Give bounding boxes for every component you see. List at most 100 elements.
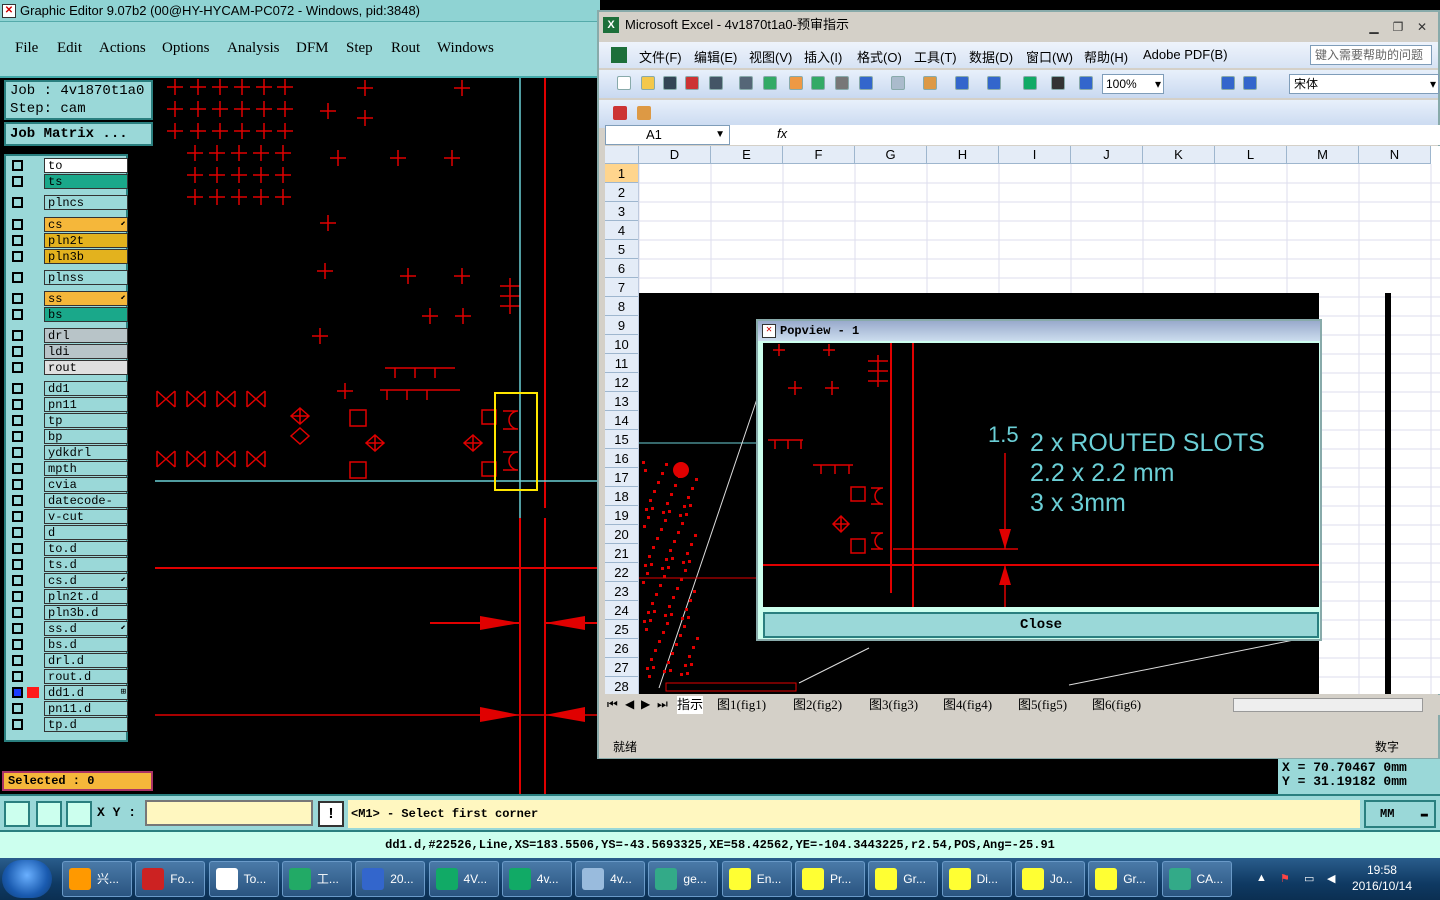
layer-row-d[interactable]: d bbox=[10, 525, 128, 540]
layer-checkbox[interactable] bbox=[12, 235, 23, 246]
menu-tools-cn[interactable]: 工具(T) bbox=[914, 47, 957, 66]
grid-icon[interactable] bbox=[66, 801, 92, 827]
layer-row-v-cut[interactable]: v-cut bbox=[10, 509, 128, 524]
layer-name[interactable]: ss.d bbox=[44, 621, 128, 636]
layer-row-plncs[interactable]: plncs bbox=[10, 195, 128, 210]
sheet-tab[interactable]: 图5(fig5) bbox=[1018, 696, 1067, 714]
layer-name[interactable]: ydkdrl bbox=[44, 445, 128, 460]
layer-row-mpth[interactable]: mpth bbox=[10, 461, 128, 476]
layer-row-pln3b-d[interactable]: pln3b.d bbox=[10, 605, 128, 620]
layer-checkbox[interactable] bbox=[12, 719, 23, 730]
layer-checkbox[interactable] bbox=[12, 197, 23, 208]
tray-network-icon[interactable]: ▭ bbox=[1304, 872, 1318, 886]
layer-row-ss[interactable]: ss ⬋ bbox=[10, 291, 128, 306]
menu-insert-cn[interactable]: 插入(I) bbox=[804, 47, 842, 66]
menu-dfm[interactable]: DFM bbox=[296, 40, 329, 57]
layer-checkbox[interactable] bbox=[12, 479, 23, 490]
layer-row-drl[interactable]: drl bbox=[10, 328, 128, 343]
format-painter-icon[interactable] bbox=[891, 76, 905, 90]
layer-checkbox[interactable] bbox=[12, 703, 23, 714]
layer-row-tp-d[interactable]: tp.d bbox=[10, 717, 128, 732]
layer-name[interactable]: datecode-ts bbox=[44, 493, 128, 522]
measure-icon[interactable] bbox=[36, 801, 62, 827]
layer-name[interactable]: pln2t bbox=[44, 233, 128, 248]
layer-checkbox[interactable] bbox=[12, 575, 23, 586]
menu-analysis[interactable]: Analysis bbox=[227, 40, 280, 57]
horizontal-scrollbar[interactable] bbox=[1233, 698, 1423, 712]
layer-row-pln3b[interactable]: pln3b bbox=[10, 249, 128, 264]
layer-row-bs[interactable]: bs bbox=[10, 307, 128, 322]
layer-name[interactable]: to.d bbox=[44, 541, 128, 556]
layer-row-to[interactable]: to bbox=[10, 158, 128, 173]
layer-row-ts[interactable]: ts bbox=[10, 174, 128, 189]
sheet-tab[interactable]: 图2(fig2) bbox=[793, 696, 842, 714]
taskbar-item[interactable]: 4v... bbox=[575, 861, 646, 897]
menu-actions[interactable]: Actions bbox=[99, 40, 146, 57]
layer-checkbox[interactable] bbox=[12, 591, 23, 602]
taskbar-item[interactable]: CA... bbox=[1161, 861, 1232, 897]
menu-help-cn[interactable]: 帮助(H) bbox=[1084, 47, 1128, 66]
layer-name[interactable]: ts bbox=[44, 174, 128, 189]
tab-nav-next-icon[interactable]: ▶ bbox=[641, 697, 650, 711]
research-icon[interactable] bbox=[789, 76, 803, 90]
layer-row-cs-d[interactable]: cs.d ⬋ bbox=[10, 573, 128, 588]
print-preview-icon[interactable] bbox=[739, 76, 753, 90]
layer-row-to-d[interactable]: to.d bbox=[10, 541, 128, 556]
layer-row-drl-d[interactable]: drl.d bbox=[10, 653, 128, 668]
layer-checkbox[interactable] bbox=[12, 383, 23, 394]
layer-row-rout-d[interactable]: rout.d bbox=[10, 669, 128, 684]
xy-input[interactable] bbox=[145, 800, 313, 826]
layer-checkbox[interactable] bbox=[12, 431, 23, 442]
print-icon[interactable] bbox=[709, 76, 723, 90]
layer-name[interactable]: dd1.d bbox=[44, 685, 128, 700]
close-button[interactable]: Close bbox=[763, 612, 1319, 638]
layer-checkbox[interactable] bbox=[12, 272, 23, 283]
cut-icon[interactable] bbox=[811, 76, 825, 90]
layer-row-dd1-d[interactable]: dd1.d ⊞ bbox=[10, 685, 128, 700]
layer-checkbox[interactable] bbox=[12, 639, 23, 650]
pdf-mail-icon[interactable] bbox=[637, 106, 651, 120]
layer-checkbox[interactable] bbox=[12, 176, 23, 187]
layer-row-pln2t[interactable]: pln2t bbox=[10, 233, 128, 248]
layer-name[interactable]: d bbox=[44, 525, 128, 540]
layer-checkbox[interactable] bbox=[12, 447, 23, 458]
layer-row-cvia[interactable]: cvia bbox=[10, 477, 128, 492]
layer-checkbox[interactable] bbox=[12, 399, 23, 410]
help-icon[interactable] bbox=[1221, 76, 1235, 90]
layer-checkbox[interactable] bbox=[12, 623, 23, 634]
taskbar-item[interactable]: Jo... bbox=[1014, 861, 1085, 897]
menu-edit-cn[interactable]: 编辑(E) bbox=[694, 47, 737, 66]
layer-row-ydkdrl[interactable]: ydkdrl bbox=[10, 445, 128, 460]
layer-checkbox[interactable] bbox=[12, 463, 23, 474]
menu-data-cn[interactable]: 数据(D) bbox=[969, 47, 1013, 66]
spelling-icon[interactable] bbox=[763, 76, 777, 90]
open-icon[interactable] bbox=[641, 76, 655, 90]
tab-nav-last-icon[interactable]: ⏭ bbox=[657, 697, 668, 712]
layer-name[interactable]: bs bbox=[44, 307, 128, 322]
layer-checkbox[interactable] bbox=[12, 330, 23, 341]
layer-name[interactable]: pn11.d bbox=[44, 701, 128, 716]
layer-checkbox[interactable] bbox=[12, 527, 23, 538]
layer-name[interactable]: pn11 bbox=[44, 397, 128, 412]
layer-name[interactable]: rout bbox=[44, 360, 128, 375]
layer-name[interactable]: mpth bbox=[44, 461, 128, 476]
tray-volume-icon[interactable]: ◀ bbox=[1327, 872, 1341, 886]
layer-row-tp[interactable]: tp bbox=[10, 413, 128, 428]
taskbar-item[interactable]: Gr... bbox=[1088, 861, 1159, 897]
menu-step[interactable]: Step bbox=[346, 40, 373, 57]
layer-name[interactable]: ldi bbox=[44, 344, 128, 359]
job-matrix-button[interactable]: Job Matrix ... bbox=[4, 122, 153, 146]
layer-name[interactable]: tp bbox=[44, 413, 128, 428]
taskbar-item[interactable]: 20... bbox=[355, 861, 426, 897]
layer-row-rout[interactable]: rout bbox=[10, 360, 128, 375]
menu-adobe-pdf[interactable]: Adobe PDF(B) bbox=[1143, 47, 1228, 62]
new-icon[interactable] bbox=[617, 76, 631, 90]
layer-name[interactable]: cs bbox=[44, 217, 128, 232]
taskbar-item[interactable]: En... bbox=[721, 861, 792, 897]
help-search-input[interactable]: 键入需要帮助的问题 bbox=[1310, 45, 1432, 65]
redo-icon[interactable] bbox=[955, 76, 969, 90]
snap-icon[interactable] bbox=[4, 801, 30, 827]
menu-rout[interactable]: Rout bbox=[391, 40, 420, 57]
layer-name[interactable]: rout.d bbox=[44, 669, 128, 684]
layer-name[interactable]: pln3b bbox=[44, 249, 128, 264]
